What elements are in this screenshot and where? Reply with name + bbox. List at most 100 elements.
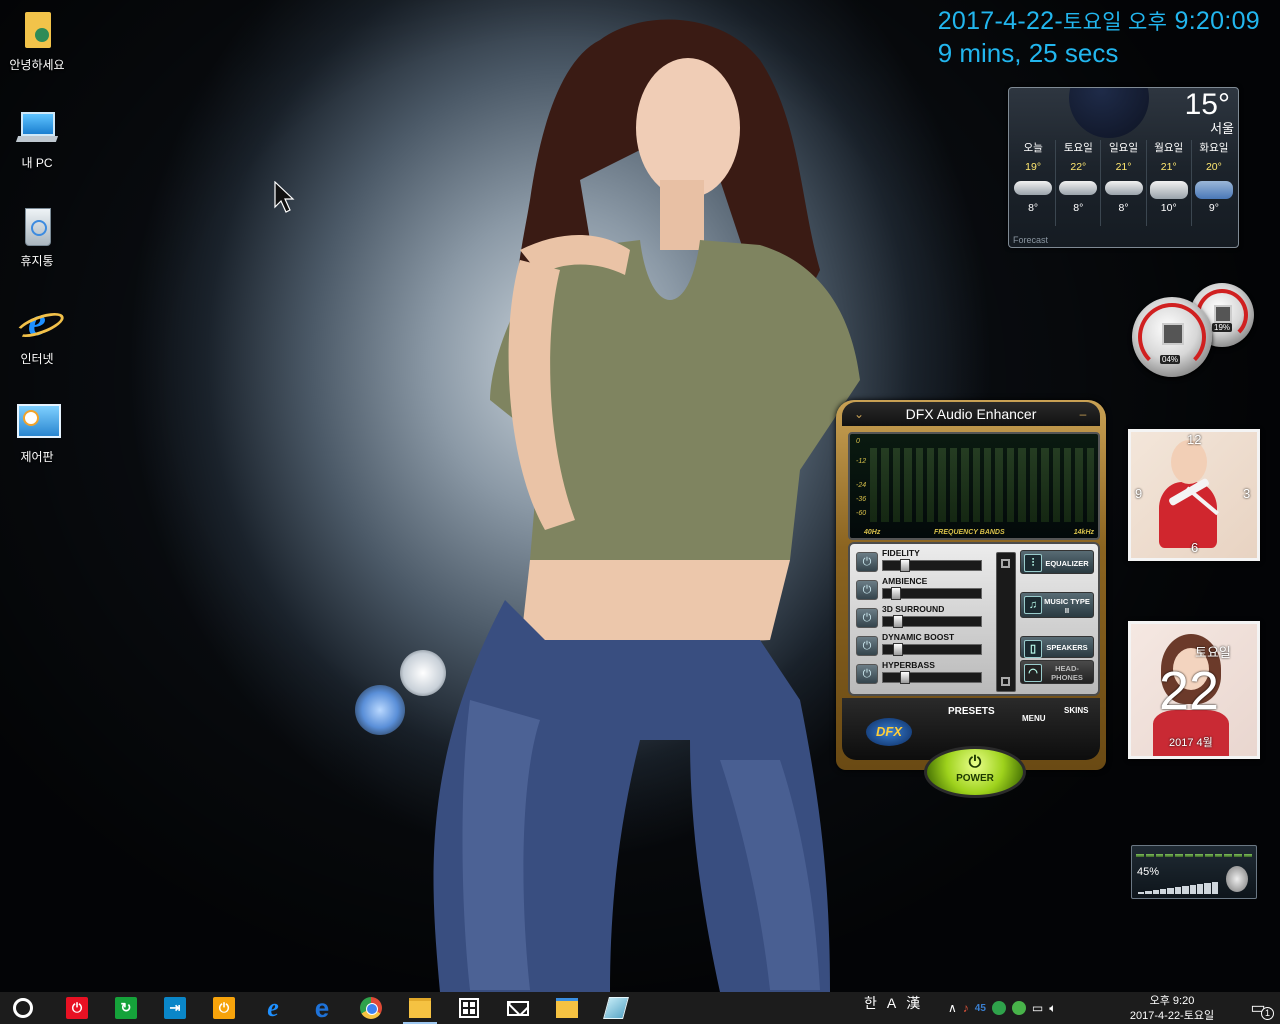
slider-knob[interactable] [892,643,903,656]
ime-alpha[interactable]: A [887,992,896,1024]
taskbar-logoff[interactable]: ⇥ [152,992,198,1024]
db-label: -24 [856,482,867,489]
taskbar-sleep[interactable]: ⏻ [201,992,247,1024]
calendar-widget[interactable]: 토요일 22 2017 4월 [1128,621,1260,759]
calendar-weekday: 토요일 [1195,645,1231,660]
ime-hanja[interactable]: 漢 [906,992,920,1024]
hyperbass-control[interactable]: ⏻ HYPERBASS [856,660,986,686]
dfx-audio-enhancer[interactable]: ⌄ DFX Audio Enhancer – 0 -12 -24 -36 -60 [836,390,1108,798]
dfx-control-panel: ⏻ FIDELITY ⏻ AMBIENCE ⏻ 3D SURROUND ⏻ DY… [848,542,1100,696]
ime-hangul[interactable]: 한 [864,992,877,1024]
equalizer-button[interactable]: ⫶ EQUALIZER [1020,550,1094,574]
face [636,58,740,198]
desktop-icon-this-pc[interactable]: 내 PC [4,106,70,171]
rain-icon [1194,181,1233,199]
cpu-gauge[interactable]: 04% [1132,297,1212,377]
taskbar-time: 오후 9:20 [1149,995,1195,1007]
slider-track[interactable] [882,672,982,683]
taskbar-tablet[interactable] [593,992,639,1024]
taskbar-date: 2017-4-22-토요일 [1129,1010,1215,1022]
dynamic-boost-control[interactable]: ⏻ DYNAMIC BOOST [856,632,986,658]
forecast-day: 화요일 20° 9° [1192,140,1236,226]
forecast-days: 오늘 19° 8° 토요일 22° 8° 일요일 21° 8° 월요일 21° … [1011,140,1236,226]
level-meter [996,552,1016,692]
fidelity-control[interactable]: ⏻ FIDELITY [856,548,986,574]
speakers-button[interactable]: ▯ SPEAKERS [1020,636,1094,658]
power-toggle-icon[interactable]: ⏻ [856,552,878,572]
slider-knob[interactable] [900,559,910,572]
chrome-icon [360,997,382,1019]
taskbar-edge[interactable]: e [299,992,345,1024]
power-toggle-icon[interactable]: ⏻ [856,636,878,656]
frequency-bar [995,448,1003,522]
power-icon: ⏻ [968,754,982,771]
memory-chip-icon [1214,305,1232,323]
power-toggle-icon[interactable]: ⏻ [856,608,878,628]
frequency-bar [984,448,992,522]
utorrent-tray-icon[interactable] [991,1001,1006,1015]
taskbar-mail[interactable] [495,992,541,1024]
desktop-icon-recycle-bin[interactable]: 휴지통 [4,204,70,269]
frequency-bar [927,448,935,522]
forecast-high: 21° [1160,161,1177,173]
dfx-tray-icon[interactable]: 45 [975,1003,986,1014]
taskbar-file-explorer[interactable] [397,992,443,1024]
headphones-icon: ◠ [1024,664,1042,682]
taskbar-store[interactable] [446,992,492,1024]
taskbar-internet-explorer[interactable]: e [250,992,296,1024]
slider-track[interactable] [882,560,982,571]
volume-widget[interactable]: 45% [1131,845,1257,899]
power-label: POWER [956,773,994,784]
volume-icon[interactable]: 🔈︎ [1049,1001,1056,1016]
power-toggle-icon[interactable]: ⏻ [856,664,878,684]
taskbar-folder[interactable] [544,992,590,1024]
action-center-button[interactable]: ▭ 1 [1236,992,1280,1024]
cloudy-icon [1014,181,1053,195]
dfx-titlebar[interactable]: ⌄ DFX Audio Enhancer – [842,402,1100,426]
taskbar-chrome[interactable] [348,992,394,1024]
edge-icon: e [314,992,330,1023]
frequency-bar [915,448,924,522]
power-toggle-icon[interactable]: ⏻ [856,580,878,600]
security-tray-icon[interactable] [1011,1001,1026,1015]
volume-slider[interactable] [1138,882,1218,894]
music-type-button[interactable]: ♫ MUSIC TYPE II [1020,592,1094,618]
slider-knob[interactable] [900,671,910,684]
minimize-icon[interactable]: – [1074,402,1092,426]
slider-knob[interactable] [891,587,901,600]
taskbar-clock[interactable]: 오후 9:20 2017-4-22-토요일 [1112,994,1232,1024]
audio-enhancer-tray-icon[interactable]: ♪ [963,1001,969,1015]
shutdown-icon: ⏻ [66,997,88,1019]
power-button[interactable]: ⏻ POWER [924,746,1026,798]
forecast-day: 토요일 22° 8° [1056,140,1102,226]
music-type-label: MUSIC TYPE II [1044,597,1090,615]
chevron-down-icon[interactable]: ⌄ [850,402,868,426]
ambience-control[interactable]: ⏻ AMBIENCE [856,576,986,602]
weather-gadget[interactable]: 15° 서울 오늘 19° 8° 토요일 22° 8° 일요일 21° 8° 월… [1008,87,1239,248]
forecast-low: 8° [1073,202,1084,214]
taskbar-restart[interactable]: ↻ [103,992,149,1024]
headphones-button[interactable]: ◠ HEAD-PHONES [1020,660,1094,684]
taskbar-shutdown[interactable]: ⏻ [54,992,100,1024]
presets-button[interactable]: PRESETS [948,706,995,717]
frequency-bar [1086,448,1095,522]
volume-percent: 45% [1137,866,1160,878]
3d-surround-control[interactable]: ⏻ 3D SURROUND [856,604,986,630]
cortana-button[interactable] [0,992,46,1024]
slider-knob[interactable] [892,615,903,628]
store-icon [459,998,479,1018]
forecast-low: 9° [1208,202,1219,214]
skins-button[interactable]: SKINS [1064,706,1088,715]
taskbar: ⏻ ↻ ⇥ ⏻ e e 한 A 漢 ∧ ♪ 45 ▭ 🔈︎ 오후 9:20 20… [0,992,1280,1024]
ime-indicator[interactable]: 한 A 漢 [864,992,920,1024]
desktop-icon-internet[interactable]: e 인터넷 [4,302,70,367]
analog-clock-widget[interactable]: 12 3 6 9 [1128,429,1260,561]
network-icon[interactable]: ▭ [1032,1001,1043,1015]
desktop-icon-label: 휴지통 [20,254,54,268]
forecast-day-name: 일요일 [1109,142,1138,154]
menu-button[interactable]: MENU [1022,714,1046,723]
chevron-up-icon[interactable]: ∧ [948,1001,957,1015]
desktop-icon-control-panel[interactable]: 제어판 [4,400,70,465]
speaker-icon[interactable] [1226,866,1248,892]
desktop-icon-user-folder[interactable]: 안녕하세요 [4,8,70,73]
